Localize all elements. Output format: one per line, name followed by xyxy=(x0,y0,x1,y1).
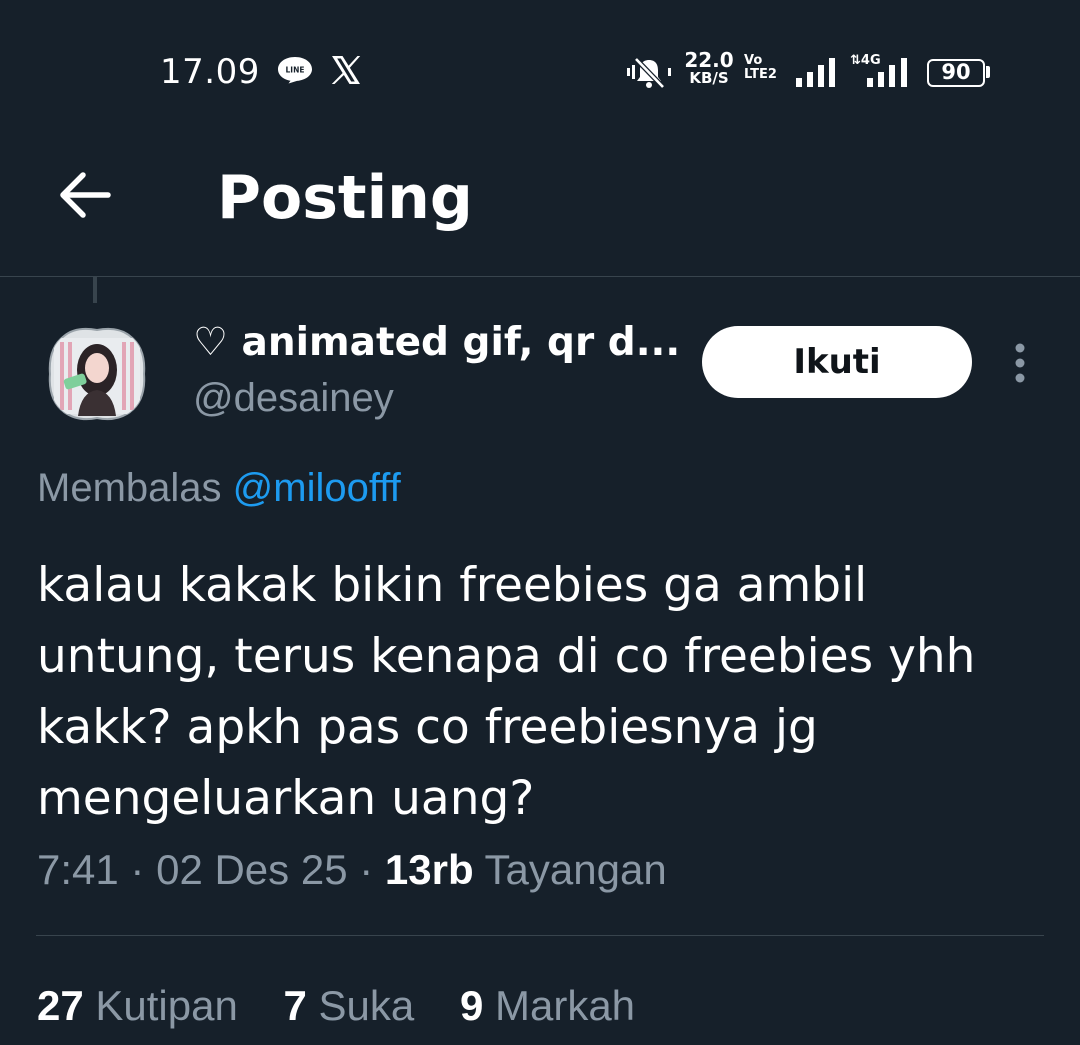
quotes-label: Kutipan xyxy=(95,982,238,1029)
status-time: 17.09 xyxy=(160,52,260,92)
post-date[interactable]: 02 Des 25 xyxy=(156,846,347,893)
reply-mention-link[interactable]: @miloofff xyxy=(233,466,401,510)
bookmarks-stat[interactable]: 9 Markah xyxy=(460,982,635,1029)
replying-to: Membalas @miloofff xyxy=(37,466,401,511)
svg-text:LINE: LINE xyxy=(286,66,305,75)
reply-prefix: Membalas xyxy=(37,466,222,510)
battery-tip xyxy=(986,66,990,78)
network-speed-value: 22.0 xyxy=(684,48,734,72)
volte-label-top: Vo xyxy=(744,53,763,68)
views-label: Tayangan xyxy=(484,846,667,893)
line-app-icon: LINE xyxy=(278,57,312,84)
profile-avatar[interactable] xyxy=(46,326,148,422)
mute-bell-icon xyxy=(627,57,671,89)
data-arrows-icon: ⇅ xyxy=(850,53,861,68)
likes-stat[interactable]: 7 Suka xyxy=(284,982,415,1029)
network-speed: 22.0 KB/S xyxy=(683,50,735,86)
bookmarks-count: 9 xyxy=(459,982,484,1029)
thread-connector-line xyxy=(93,277,97,303)
header-divider xyxy=(0,276,1080,277)
network-speed-unit: KB/S xyxy=(689,69,729,87)
signal-strength-icon xyxy=(796,58,835,87)
meta-separator: · xyxy=(130,846,145,893)
more-vertical-icon[interactable] xyxy=(1005,342,1035,384)
author-display-name[interactable]: ♡ animated gif, qr d... xyxy=(193,320,680,365)
post-meta: 7:41 · 02 Des 25 · 13rb Tayangan xyxy=(37,846,667,894)
bookmarks-label: Markah xyxy=(494,982,636,1029)
likes-count: 7 xyxy=(283,982,307,1029)
arrow-left-icon[interactable] xyxy=(58,170,112,220)
likes-label: Suka xyxy=(318,982,415,1029)
meta-divider xyxy=(36,935,1044,936)
battery-indicator: 90 xyxy=(927,59,985,87)
volte-label-bottom: LTE2 xyxy=(744,66,777,82)
x-app-icon xyxy=(331,56,361,84)
post-stats: 27 Kutipan 7 Suka 9 Markah xyxy=(37,982,669,1030)
quotes-count: 27 xyxy=(37,982,84,1029)
volte-indicator: Vo LTE2 xyxy=(744,54,777,81)
quotes-stat[interactable]: 27 Kutipan xyxy=(37,982,238,1029)
follow-button[interactable]: Ikuti xyxy=(702,326,972,398)
page-title: Posting xyxy=(217,163,473,233)
meta-separator: · xyxy=(359,846,374,893)
views-count: 13rb xyxy=(384,846,474,893)
author-handle[interactable]: @desainey xyxy=(193,376,394,421)
post-time[interactable]: 7:41 xyxy=(37,846,119,893)
post-text: kalau kakak bikin freebies ga ambil untu… xyxy=(37,558,976,826)
signal-strength-4g-icon xyxy=(867,58,907,87)
